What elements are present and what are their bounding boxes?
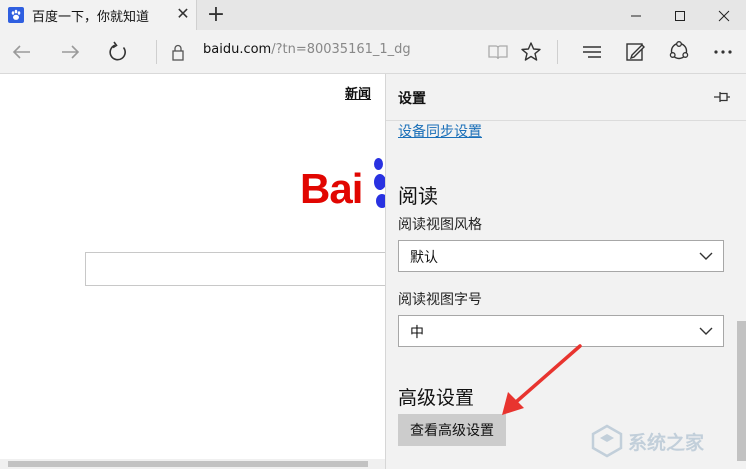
web-content: 新闻 Bai: [0, 74, 385, 469]
web-note-button[interactable]: [621, 38, 649, 66]
scrollbar-thumb[interactable]: [8, 461, 368, 467]
reading-style-select[interactable]: 默认: [398, 240, 724, 272]
refresh-button[interactable]: [104, 38, 132, 66]
reading-font-label: 阅读视图字号: [398, 292, 482, 308]
reading-view-icon: [488, 45, 508, 60]
favorite-button[interactable]: [517, 38, 545, 66]
more-button[interactable]: [709, 38, 737, 66]
forward-icon: [62, 45, 80, 59]
chevron-down-icon: [699, 327, 713, 335]
reading-font-value: 中: [410, 325, 424, 341]
reading-heading: 阅读: [398, 184, 438, 208]
watermark-logo-icon: [591, 424, 623, 458]
tab-strip: 百度一下，你就知道 ✕ +: [0, 0, 746, 30]
minimize-button[interactable]: [614, 0, 658, 30]
baidu-paw-icon: [374, 174, 385, 190]
close-window-button[interactable]: [702, 0, 746, 30]
pin-icon[interactable]: [711, 88, 733, 106]
reading-font-select[interactable]: 中: [398, 315, 724, 347]
url-path: /?tn=80035161_1_dg: [271, 42, 411, 57]
favorite-star-icon: [521, 42, 541, 61]
advanced-heading: 高级设置: [398, 387, 475, 409]
navigation-bar: baidu.com/?tn=80035161_1_dg: [0, 30, 746, 74]
tab-title: 百度一下，你就知道: [32, 10, 150, 25]
settings-panel: 设置 设备同步设置 阅读 阅读视图风格 默认 阅读视图字号 中 高级设置 查看高…: [385, 74, 746, 469]
search-input[interactable]: [85, 252, 385, 286]
web-note-icon: [626, 43, 645, 61]
reading-view-button[interactable]: [484, 38, 512, 66]
divider: [557, 40, 558, 64]
forward-button[interactable]: [56, 38, 84, 66]
reading-style-label: 阅读视图风格: [398, 217, 482, 233]
vertical-scrollbar[interactable]: [736, 121, 746, 469]
url-host: baidu.com: [203, 42, 272, 57]
lock-icon: [164, 38, 192, 66]
new-tab-button[interactable]: +: [204, 2, 228, 28]
settings-title: 设置: [398, 91, 426, 107]
horizontal-scrollbar[interactable]: [0, 459, 385, 469]
hub-button[interactable]: [578, 38, 606, 66]
device-sync-link[interactable]: 设备同步设置: [398, 121, 482, 141]
baidu-logo-text: Bai: [300, 165, 363, 212]
tab-close-button[interactable]: ✕: [175, 4, 191, 24]
watermark: 系统之家: [590, 420, 740, 462]
refresh-icon: [109, 41, 126, 61]
news-link[interactable]: 新闻: [345, 83, 371, 102]
view-advanced-settings-button[interactable]: 查看高级设置: [398, 414, 506, 446]
hub-icon: [583, 46, 601, 58]
more-icon: [714, 50, 732, 54]
reading-style-value: 默认: [410, 250, 438, 266]
back-icon: [12, 45, 30, 59]
tab-baidu[interactable]: 百度一下，你就知道 ✕: [0, 0, 197, 30]
back-button[interactable]: [8, 38, 36, 66]
baidu-paw-icon: [374, 158, 383, 170]
maximize-button[interactable]: [658, 0, 702, 30]
chevron-down-icon: [699, 252, 713, 260]
baidu-paw-icon: [376, 194, 385, 208]
address-field[interactable]: baidu.com/?tn=80035161_1_dg: [203, 42, 411, 57]
share-icon: [669, 41, 689, 60]
baidu-paw-icon: [8, 7, 24, 23]
watermark-text: 系统之家: [628, 432, 705, 454]
divider: [156, 40, 157, 64]
share-button[interactable]: [665, 38, 693, 66]
